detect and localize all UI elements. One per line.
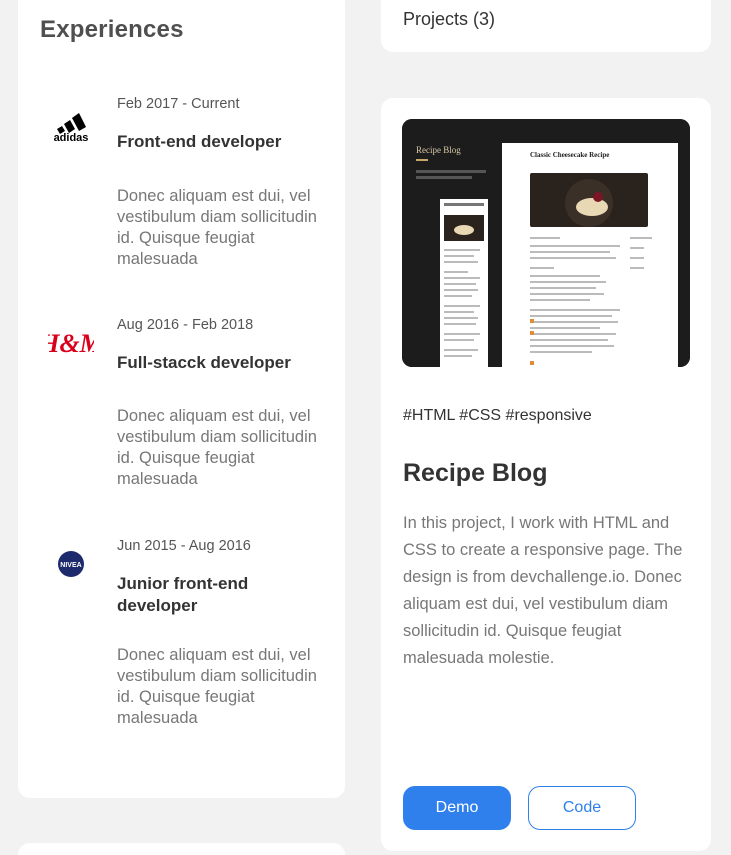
project-card: Recipe Blog Classic Cheesecake Recipe #H… bbox=[381, 98, 711, 851]
next-section-card bbox=[18, 843, 345, 855]
project-tags: #HTML #CSS #responsive bbox=[403, 407, 592, 424]
project-description: In this project, I work with HTML and CS… bbox=[403, 514, 683, 667]
experience-date: Feb 2017 - Current bbox=[117, 96, 240, 112]
experience-description: Donec aliquam est dui, vel vestibulum di… bbox=[117, 646, 317, 727]
thumb-blog-title: Recipe Blog bbox=[416, 145, 461, 155]
code-button[interactable]: Code bbox=[528, 786, 636, 830]
project-thumbnail[interactable]: Recipe Blog Classic Cheesecake Recipe bbox=[402, 119, 690, 367]
experience-role: Front-end developer bbox=[117, 132, 282, 151]
experience-role: Full-stacck developer bbox=[117, 353, 291, 372]
projects-count-label: Projects (3) bbox=[403, 9, 496, 29]
adidas-logo: adidas bbox=[46, 105, 96, 145]
experience-description: Donec aliquam est dui, vel vestibulum di… bbox=[117, 187, 317, 268]
experience-description: Donec aliquam est dui, vel vestibulum di… bbox=[117, 407, 317, 488]
experiences-title: Experiences bbox=[40, 16, 184, 43]
thumb-page-title: Classic Cheesecake Recipe bbox=[530, 151, 609, 159]
experience-role: Junior front-end developer bbox=[117, 574, 249, 615]
experience-date: Jun 2015 - Aug 2016 bbox=[117, 538, 251, 554]
experiences-card: Experiences adidas Feb 2017 - Current Fr… bbox=[18, 0, 345, 798]
portfolio-page: Experiences adidas Feb 2017 - Current Fr… bbox=[0, 0, 731, 855]
demo-button[interactable]: Demo bbox=[403, 786, 511, 830]
project-title: Recipe Blog bbox=[403, 459, 548, 487]
hm-logo: H&M bbox=[46, 323, 96, 363]
svg-text:NIVEA: NIVEA bbox=[60, 562, 81, 569]
experience-date: Aug 2016 - Feb 2018 bbox=[117, 317, 254, 333]
projects-header-card: Projects (3) bbox=[381, 0, 711, 52]
svg-text:adidas: adidas bbox=[54, 132, 89, 143]
nivea-logo: NIVEA bbox=[46, 544, 96, 584]
svg-text:H&M: H&M bbox=[48, 329, 94, 358]
